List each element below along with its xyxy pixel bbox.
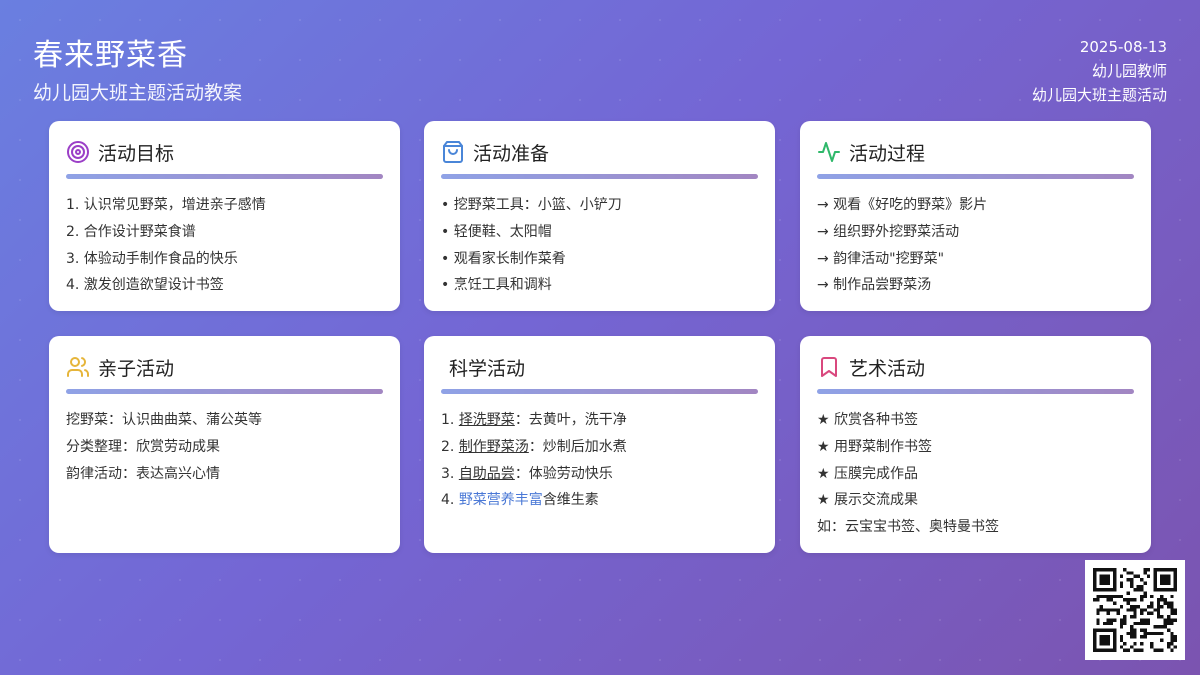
- list-item: 韵律活动：表达高兴心情: [66, 465, 220, 482]
- list-item: • 挖野菜工具：小篮、小铲刀: [441, 197, 622, 213]
- activity-pulse-icon: [818, 142, 840, 162]
- list-item: 2. 合作设计野菜食谱: [66, 223, 196, 240]
- list-item: ★ 压膜完成作品: [817, 465, 919, 482]
- process-list: → 观看《好吃的野菜》影片 → 组织野外挖野菜活动 → 韵律活动"挖野菜" → …: [817, 192, 1134, 299]
- meta-date: 2025-08-13: [1079, 38, 1167, 56]
- page-title: 春来野菜香: [33, 38, 188, 73]
- meta-info: 2025-08-13 幼儿园教师 幼儿园大班主题活动: [1032, 35, 1167, 107]
- card-activity-prep: 活动准备 • 挖野菜工具：小篮、小铲刀 • 轻便鞋、太阳帽 • 观看家长制作菜肴…: [424, 121, 775, 311]
- list-item: 2. 制作野菜汤：炒制后加水煮: [441, 434, 758, 461]
- art-list: ★ 欣赏各种书签 ★ 用野菜制作书签 ★ 压膜完成作品 ★ 展示交流成果 如：云…: [817, 407, 1134, 541]
- card-title: 活动目标: [98, 142, 175, 165]
- meta-author: 幼儿园教师: [1091, 62, 1167, 80]
- card-title: 活动过程: [849, 142, 926, 165]
- qr-code-image: [1093, 568, 1177, 652]
- card-divider: [817, 174, 1134, 179]
- list-item: 4. 激发创造欲望设计书签: [66, 277, 224, 294]
- card-family-activity: 亲子活动 挖野菜：认识曲曲菜、蒲公英等 分类整理：欣赏劳动成果 韵律活动：表达高…: [49, 336, 400, 553]
- shopping-bag-icon: [443, 141, 463, 163]
- card-divider: [441, 389, 758, 394]
- list-item: 3. 自助品尝：体验劳动快乐: [441, 461, 758, 488]
- list-item: • 轻便鞋、太阳帽: [441, 223, 552, 240]
- list-item: → 韵律活动"挖野菜": [817, 250, 945, 267]
- card-science-activity: 科学活动 1. 择洗野菜：去黄叶，洗干净 2. 制作野菜汤：炒制后加水煮 3. …: [424, 336, 775, 553]
- item-number: 2.: [441, 438, 459, 455]
- list-item: ★ 欣赏各种书签: [817, 412, 919, 428]
- list-item: 4. 野菜营养丰富含维生素: [441, 487, 758, 514]
- list-item: ★ 展示交流成果: [817, 492, 919, 509]
- list-item: 1. 认识常见野菜，增进亲子感情: [66, 197, 266, 213]
- card-title: 活动准备: [473, 142, 550, 165]
- card-divider: [441, 174, 758, 179]
- meta-category: 幼儿园大班主题活动: [1031, 86, 1167, 104]
- list-item: → 观看《好吃的野菜》影片: [817, 197, 988, 213]
- list-item: 如：云宝宝书签、奥特曼书签: [817, 519, 999, 536]
- users-icon: [67, 357, 89, 377]
- list-item: 1. 择洗野菜：去黄叶，洗干净: [441, 407, 758, 434]
- step-link-taste[interactable]: 自助品尝: [459, 466, 515, 482]
- item-text: ：体验劳动快乐: [514, 465, 613, 482]
- bookmark-icon: [821, 357, 837, 377]
- step-link-wash[interactable]: 择洗野菜: [459, 412, 515, 428]
- card-title: 科学活动: [449, 357, 526, 380]
- page-subtitle: 幼儿园大班主题活动教案: [33, 82, 243, 104]
- list-item: • 烹饪工具和调料: [441, 277, 552, 294]
- list-item: • 观看家长制作菜肴: [441, 250, 566, 267]
- nutrition-link[interactable]: 野菜营养丰富: [459, 492, 543, 508]
- card-divider: [817, 389, 1134, 394]
- card-divider: [66, 389, 383, 394]
- list-item: → 制作品尝野菜汤: [817, 277, 932, 294]
- list-item: 挖野菜：认识曲曲菜、蒲公英等: [66, 412, 262, 428]
- list-item: ★ 用野菜制作书签: [817, 438, 933, 455]
- list-item: 分类整理：欣赏劳动成果: [66, 438, 220, 455]
- item-text: ：炒制后加水煮: [528, 438, 627, 455]
- step-link-soup[interactable]: 制作野菜汤: [459, 439, 529, 455]
- item-number: 3.: [441, 465, 459, 482]
- prep-list: • 挖野菜工具：小篮、小铲刀 • 轻便鞋、太阳帽 • 观看家长制作菜肴 • 烹饪…: [441, 192, 758, 299]
- card-divider: [66, 174, 383, 179]
- card-art-activity: 艺术活动 ★ 欣赏各种书签 ★ 用野菜制作书签 ★ 压膜完成作品 ★ 展示交流成…: [800, 336, 1151, 553]
- card-activity-goals: 活动目标 1. 认识常见野菜，增进亲子感情 2. 合作设计野菜食谱 3. 体验动…: [49, 121, 400, 311]
- item-number: 4.: [441, 492, 459, 509]
- card-title: 亲子活动: [98, 357, 175, 380]
- goals-list: 1. 认识常见野菜，增进亲子感情 2. 合作设计野菜食谱 3. 体验动手制作食品…: [66, 192, 383, 299]
- item-text: 含维生素: [542, 492, 599, 509]
- card-title: 艺术活动: [849, 357, 926, 380]
- card-activity-process: 活动过程 → 观看《好吃的野菜》影片 → 组织野外挖野菜活动 → 韵律活动"挖野…: [800, 121, 1151, 311]
- item-number: 1.: [441, 412, 459, 428]
- family-list: 挖野菜：认识曲曲菜、蒲公英等 分类整理：欣赏劳动成果 韵律活动：表达高兴心情: [66, 407, 383, 487]
- list-item: 3. 体验动手制作食品的快乐: [66, 250, 238, 267]
- list-item: → 组织野外挖野菜活动: [817, 223, 960, 240]
- item-text: ：去黄叶，洗干净: [514, 412, 627, 428]
- target-icon: [67, 141, 89, 163]
- science-list: 1. 择洗野菜：去黄叶，洗干净 2. 制作野菜汤：炒制后加水煮 3. 自助品尝：…: [441, 407, 758, 514]
- qr-code[interactable]: [1085, 560, 1185, 660]
